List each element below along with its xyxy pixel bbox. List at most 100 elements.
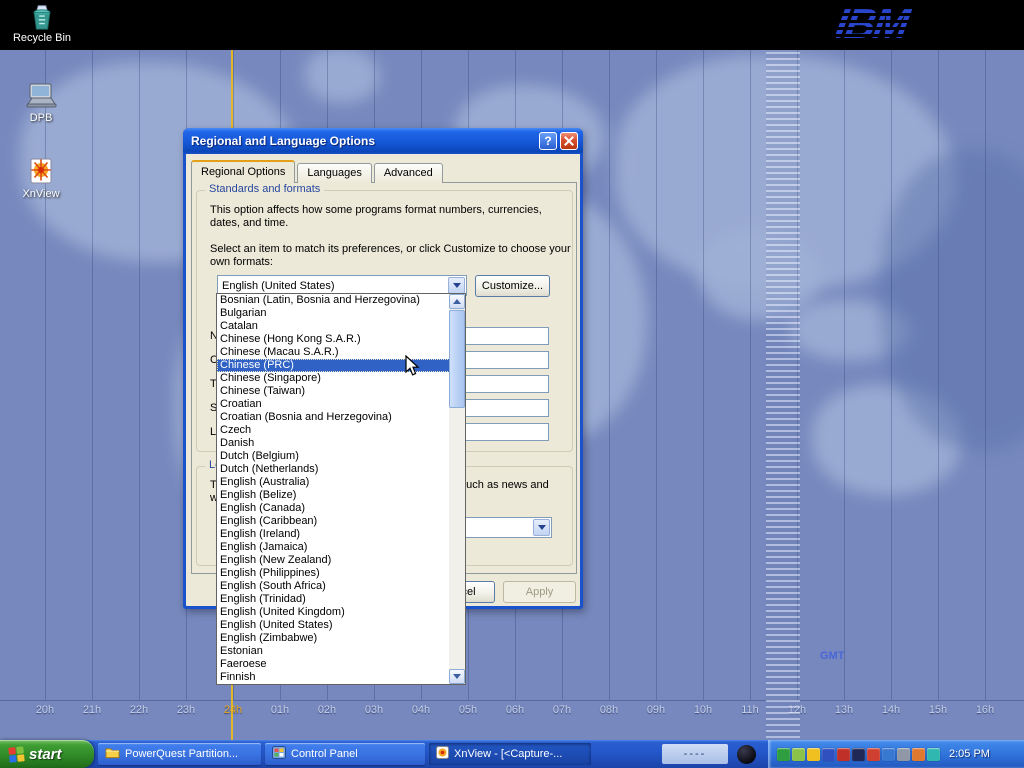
map-continent (305, 48, 380, 103)
locale-list-item[interactable]: Danish (217, 437, 450, 450)
timezone-line (656, 50, 657, 700)
chevron-down-icon (538, 525, 546, 530)
locale-list-item[interactable]: Croatian (217, 398, 450, 411)
locale-list-item[interactable]: English (Zimbabwe) (217, 632, 450, 645)
taskbar-toolbar-chip[interactable]: ---- (662, 744, 728, 764)
combobox-dropdown-button[interactable] (448, 277, 465, 294)
tab-advanced[interactable]: Advanced (374, 163, 443, 183)
scroll-down-button[interactable] (449, 669, 465, 684)
desktop: 20h21h22h23h24h01h02h03h04h05h06h07h08h0… (0, 0, 1024, 768)
locale-list-item[interactable]: English (South Africa) (217, 580, 450, 593)
taskbar-clock[interactable]: 2:05 PM (949, 748, 990, 760)
locale-list-item[interactable]: Dutch (Belgium) (217, 450, 450, 463)
locale-list-item[interactable]: English (Australia) (217, 476, 450, 489)
arrow-up-icon (453, 299, 461, 304)
laptop-icon (8, 80, 74, 112)
tray-icon[interactable] (807, 748, 820, 761)
combobox-dropdown-button[interactable] (533, 519, 550, 536)
toolbar-icon[interactable] (737, 745, 756, 764)
locale-dropdown[interactable]: Bosnian (Latin, Bosnia and Herzegovina)B… (216, 293, 466, 685)
tray-icon[interactable] (852, 748, 865, 761)
locale-list-item[interactable]: Bulgarian (217, 307, 450, 320)
list-scrollbar[interactable] (449, 294, 465, 684)
scrollbar-thumb[interactable] (449, 310, 465, 408)
tray-icon[interactable] (867, 748, 880, 761)
mouse-cursor (405, 355, 420, 382)
timezone-line (92, 50, 93, 700)
tray-icon[interactable] (822, 748, 835, 761)
customize-button[interactable]: Customize... (475, 275, 550, 297)
locale-list-item[interactable]: Croatian (Bosnia and Herzegovina) (217, 411, 450, 424)
locale-list-item[interactable]: Czech (217, 424, 450, 437)
locale-list-item[interactable]: Faeroese (217, 658, 450, 671)
tab-languages[interactable]: Languages (297, 163, 371, 183)
recycle-bin-label: Recycle Bin (10, 32, 74, 44)
system-tray: 2:05 PM (768, 740, 1024, 768)
start-button-label: start (29, 746, 62, 763)
standards-group-caption: Standards and formats (205, 183, 324, 195)
timezone-line (609, 50, 610, 700)
start-button[interactable]: start (0, 740, 94, 768)
map-continent (700, 230, 820, 320)
tab-regional-options[interactable]: Regional Options (191, 160, 295, 183)
dialog-titlebar[interactable]: Regional and Language Options ? (183, 128, 583, 154)
tray-icon[interactable] (777, 748, 790, 761)
xnview-icon (436, 746, 449, 762)
xnview-icon (8, 156, 74, 188)
tray-icon[interactable] (837, 748, 850, 761)
desktop-icon-xnview[interactable]: XnView (8, 156, 74, 200)
locale-list-item[interactable]: English (Jamaica) (217, 541, 450, 554)
tray-icon[interactable] (882, 748, 895, 761)
standards-instruction: Select an item to match its preferences,… (210, 243, 572, 269)
locale-list-item[interactable]: Estonian (217, 645, 450, 658)
tray-icon[interactable] (927, 748, 940, 761)
locale-list-item[interactable]: Finnish (217, 671, 450, 684)
timezone-label: 07h (548, 704, 576, 716)
locale-list-item[interactable]: Catalan (217, 320, 450, 333)
locale-list-item[interactable]: Dutch (Netherlands) (217, 463, 450, 476)
help-button[interactable]: ? (539, 132, 557, 150)
timezone-label: 04h (407, 704, 435, 716)
close-button[interactable] (560, 132, 578, 150)
locale-list-item[interactable]: Chinese (Taiwan) (217, 385, 450, 398)
tray-icon[interactable] (897, 748, 910, 761)
taskbar-button-control-panel[interactable]: Control Panel (265, 743, 425, 765)
chevron-down-icon (453, 283, 461, 288)
locale-list-item[interactable]: English (Canada) (217, 502, 450, 515)
dialog-title: Regional and Language Options (191, 134, 536, 148)
taskbar-button-xnview[interactable]: XnView - [<Capture-... (429, 743, 591, 765)
locale-list-item[interactable]: English (Philippines) (217, 567, 450, 580)
tray-icon[interactable] (792, 748, 805, 761)
timezone-label: 13h (830, 704, 858, 716)
timezone-line (938, 50, 939, 700)
scroll-up-button[interactable] (449, 294, 465, 309)
locale-list-item[interactable]: Chinese (Hong Kong S.A.R.) (217, 333, 450, 346)
timezone-label: 16h (971, 704, 999, 716)
locale-list-item[interactable]: English (Caribbean) (217, 515, 450, 528)
desktop-icon-dpb[interactable]: DPB (8, 80, 74, 124)
timezone-line (750, 50, 751, 700)
locale-list-item[interactable]: English (Ireland) (217, 528, 450, 541)
locale-list-item[interactable]: English (United Kingdom) (217, 606, 450, 619)
timezone-label: 09h (642, 704, 670, 716)
locale-list-item[interactable]: English (Trinidad) (217, 593, 450, 606)
timezone-label: 11h (736, 704, 764, 716)
timezone-label: 06h (501, 704, 529, 716)
timezone-hatch-band (766, 52, 800, 738)
timezone-line (844, 50, 845, 700)
tray-icon[interactable] (912, 748, 925, 761)
locale-list-item[interactable]: English (Belize) (217, 489, 450, 502)
taskbar-button-label: Control Panel (291, 748, 358, 760)
locale-list-item[interactable]: Bosnian (Latin, Bosnia and Herzegovina) (217, 294, 450, 307)
locale-combobox-value: English (United States) (222, 280, 447, 292)
close-icon (564, 136, 574, 146)
timezone-label: 23h (172, 704, 200, 716)
timezone-label: 22h (125, 704, 153, 716)
arrow-down-icon (453, 674, 461, 679)
taskbar-button-powerquest[interactable]: PowerQuest Partition... (98, 743, 261, 765)
desktop-icon-recycle-bin[interactable]: Recycle Bin (10, 2, 74, 44)
locale-list-item[interactable]: English (United States) (217, 619, 450, 632)
timezone-line (891, 50, 892, 700)
locale-list-item[interactable]: English (New Zealand) (217, 554, 450, 567)
timezone-line (139, 50, 140, 700)
